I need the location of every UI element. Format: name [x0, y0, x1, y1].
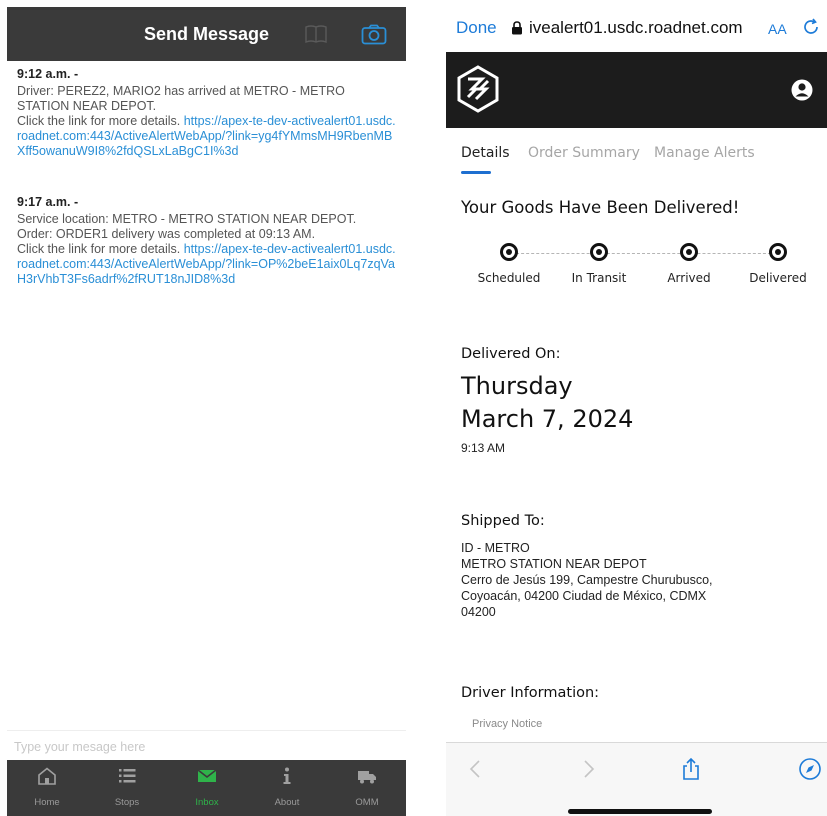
address-line: METRO STATION NEAR DEPOT	[461, 557, 647, 571]
logo-icon	[457, 65, 499, 113]
tab-label: Home	[34, 797, 60, 808]
back-icon[interactable]	[464, 757, 488, 781]
message-header: Send Message	[7, 7, 406, 61]
delivery-heading: Your Goods Have Been Delivered!	[461, 198, 740, 217]
tracking-webview: Done ivealert01.usdc.roadnet.com AA Deta…	[446, 0, 827, 816]
tab-manage-alerts[interactable]: Manage Alerts	[654, 145, 755, 161]
tab-order-summary[interactable]: Order Summary	[528, 145, 640, 161]
book-icon[interactable]	[305, 24, 327, 44]
step-label: Delivered	[749, 271, 807, 285]
tab-about[interactable]: About	[247, 760, 327, 816]
address-line: ID - METRO	[461, 541, 530, 555]
lock-icon	[512, 21, 522, 35]
tab-label: About	[274, 797, 300, 808]
delivered-day: Thursday	[461, 372, 573, 400]
home-indicator	[568, 809, 712, 814]
compass-icon[interactable]	[798, 757, 822, 781]
step-dot	[590, 243, 608, 261]
tab-omm[interactable]: OMM	[327, 760, 406, 816]
message-time: 9:12 a.m. -	[17, 67, 79, 81]
account-icon[interactable]	[791, 79, 813, 101]
message-text: Service location: METRO - METRO STATION …	[17, 212, 357, 226]
reload-icon[interactable]	[802, 18, 820, 36]
tab-label: OMM	[355, 797, 379, 808]
list-icon	[119, 769, 136, 783]
message-input[interactable]	[14, 737, 394, 757]
done-button[interactable]: Done	[456, 18, 497, 38]
inbox-icon	[197, 769, 217, 782]
page-tabs: Details Order Summary Manage Alerts	[461, 145, 821, 175]
tab-label: Stops	[114, 797, 140, 808]
tab-stops[interactable]: Stops	[87, 760, 167, 816]
message-text-line: Click the link for more details. https:/…	[17, 114, 399, 159]
browser-url-bar: Done ivealert01.usdc.roadnet.com AA	[446, 0, 827, 52]
delivered-on-label: Delivered On:	[461, 346, 561, 362]
message-text: Click the link for more details.	[17, 114, 184, 128]
step-dot	[500, 243, 518, 261]
message-item: 9:17 a.m. - Service location: METRO - ME…	[17, 195, 399, 287]
message-text: Order: ORDER1 delivery was completed at …	[17, 227, 316, 241]
address-line: Coyoacán, 04200 Ciudad de México, CDMX	[461, 589, 707, 603]
camera-icon[interactable]	[361, 24, 387, 45]
message-text: Click the link for more details.	[17, 242, 184, 256]
bottom-tab-bar: Home Stops Inbox About OMM	[7, 760, 406, 816]
info-icon	[283, 767, 291, 784]
truck-icon	[358, 771, 376, 784]
message-item: 9:12 a.m. - Driver: PEREZ2, MARIO2 has a…	[17, 67, 399, 159]
message-time: 9:17 a.m. -	[17, 195, 79, 209]
active-tab-indicator	[461, 171, 491, 174]
step-label: Scheduled	[477, 271, 541, 285]
messaging-app: Send Message 9:12 a.m. - Driver: PEREZ2,…	[7, 7, 406, 816]
privacy-notice-link[interactable]: Privacy Notice	[472, 718, 542, 730]
url-text[interactable]: ivealert01.usdc.roadnet.com	[529, 18, 743, 38]
step-dot	[680, 243, 698, 261]
header-title: Send Message	[143, 24, 270, 44]
driver-info-label: Driver Information:	[461, 685, 600, 701]
tab-details[interactable]: Details	[461, 145, 510, 161]
shipped-to-label: Shipped To:	[461, 513, 545, 529]
tab-inbox[interactable]: Inbox	[167, 760, 247, 816]
tab-home[interactable]: Home	[7, 760, 87, 816]
delivered-date: March 7, 2024	[461, 405, 634, 433]
message-composer	[7, 730, 406, 760]
app-header	[446, 52, 827, 128]
message-text: Driver: PEREZ2, MARIO2 has arrived at ME…	[17, 84, 345, 113]
share-icon[interactable]	[679, 757, 703, 781]
step-label: Arrived	[667, 271, 711, 285]
tab-label: Inbox	[195, 797, 219, 808]
message-text-line: Click the link for more details. https:/…	[17, 242, 399, 287]
text-size-button[interactable]: AA	[768, 21, 787, 37]
progress-line	[506, 253, 776, 254]
address-line: 04200	[461, 605, 496, 619]
address-line: Cerro de Jesús 199, Campestre Churubusco…	[461, 573, 713, 587]
delivered-time: 9:13 AM	[461, 441, 506, 455]
step-dot	[769, 243, 787, 261]
browser-toolbar	[446, 742, 827, 816]
step-label: In Transit	[571, 271, 627, 285]
shipping-address: ID - METRO METRO STATION NEAR DEPOT Cerr…	[461, 540, 821, 620]
home-icon	[38, 767, 56, 785]
forward-icon[interactable]	[576, 757, 600, 781]
delivery-progress: Scheduled In Transit Arrived Delivered	[446, 238, 827, 298]
